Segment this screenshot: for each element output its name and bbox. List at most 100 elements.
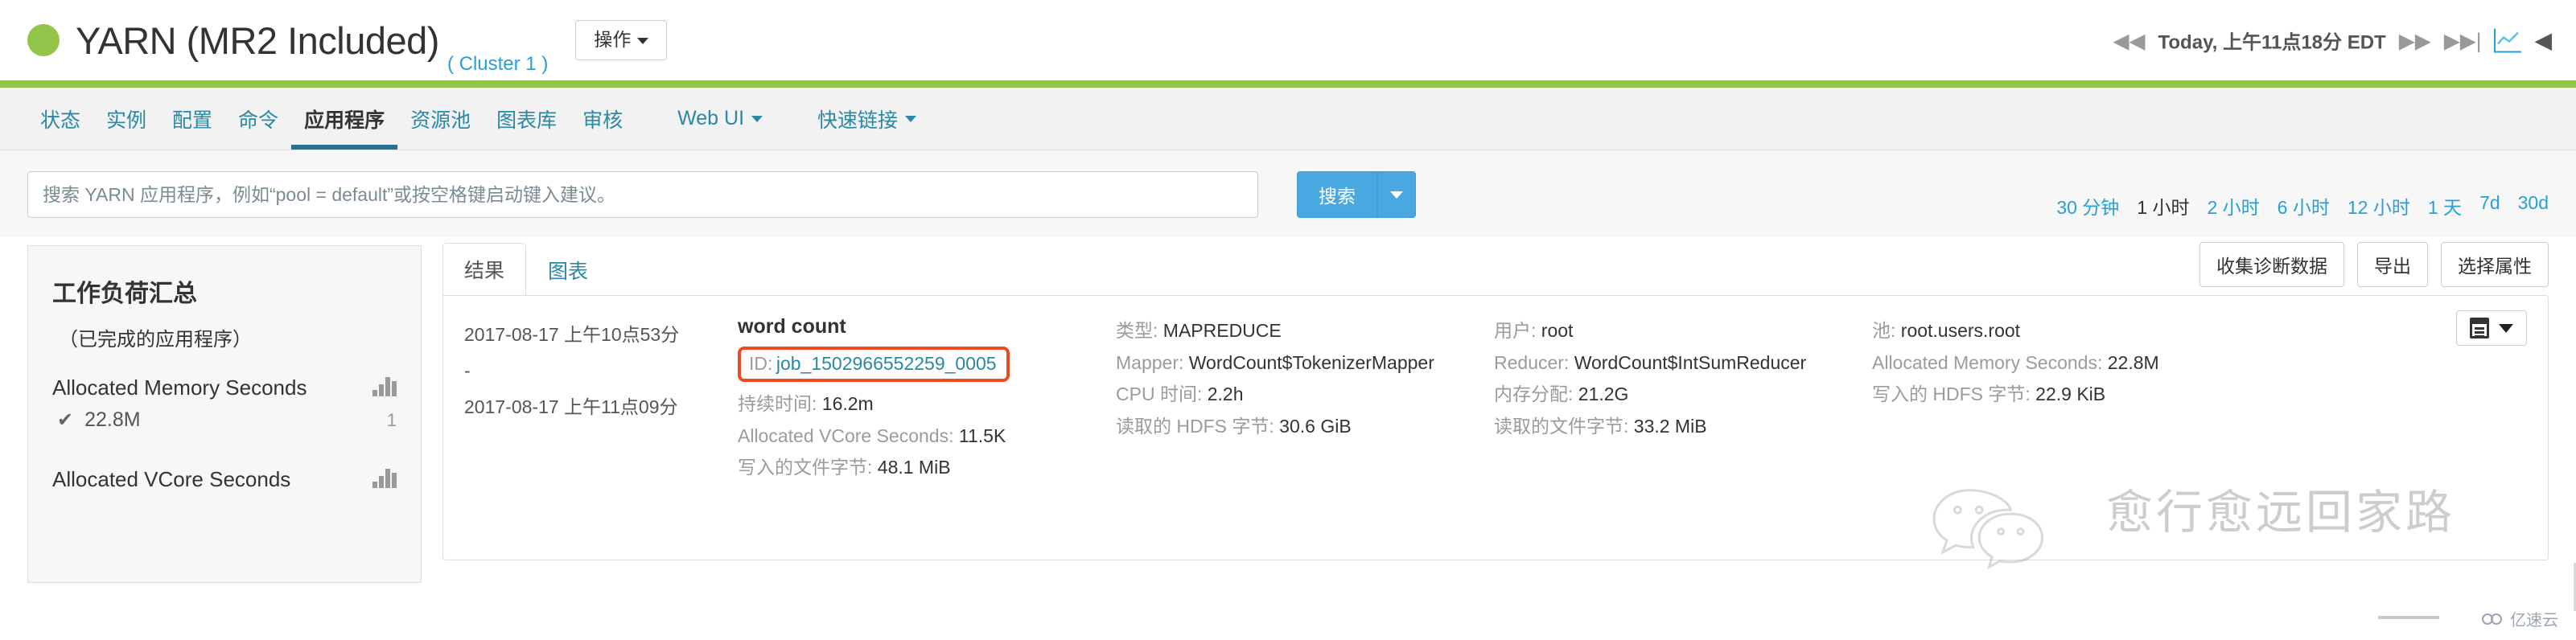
results-panel: 结果 图表 收集诊断数据 导出 选择属性 2017-08-17 上午10点53分… <box>442 242 2549 583</box>
field-value: root <box>1541 320 1574 341</box>
field-value: 21.2G <box>1578 384 1629 405</box>
result-column-4: 池: root.users.root Allocated Memory Seco… <box>1872 315 2250 484</box>
table-row[interactable]: 2017-08-17 上午10点53分 - 2017-08-17 上午11点09… <box>464 310 2527 484</box>
metric-header-allocated-vcore-seconds: Allocated VCore Seconds <box>52 467 397 492</box>
nav-item-commands[interactable]: 命令 <box>225 88 291 150</box>
field-cpu-time: CPU 时间: 2.2h <box>1116 379 1494 411</box>
nav-item-quick-links[interactable]: 快速链接 <box>804 88 929 150</box>
field-duration: 持续时间: 16.2m <box>738 388 1116 421</box>
nav-item-status[interactable]: 状态 <box>27 88 93 150</box>
time-range-6h[interactable]: 6 小时 <box>2278 192 2330 219</box>
application-id-highlight: ID: job_1502966552259_0005 <box>738 347 1010 382</box>
result-start-time: 2017-08-17 上午10点53分 <box>464 324 680 345</box>
field-key: 池: <box>1872 320 1896 341</box>
export-button[interactable]: 导出 <box>2357 242 2428 287</box>
field-value: WordCount$TokenizerMapper <box>1188 351 1434 373</box>
time-range-2h[interactable]: 2 小时 <box>2207 192 2259 219</box>
field-key: CPU 时间: <box>1116 384 1203 405</box>
field-type: 类型: MAPREDUCE <box>1116 315 1494 347</box>
fast-forward-icon[interactable]: ▶▶ <box>2399 30 2431 51</box>
line-chart-icon[interactable] <box>2494 28 2522 52</box>
chevron-down-icon <box>637 38 649 45</box>
application-id-link[interactable]: job_1502966552259_0005 <box>776 353 997 374</box>
field-value: 16.2m <box>821 393 874 414</box>
chevron-down-icon <box>751 115 763 122</box>
nav-item-applications[interactable]: 应用程序 <box>291 88 398 150</box>
result-end-time: 2017-08-17 上午11点09分 <box>464 396 678 417</box>
field-mapper: Mapper: WordCount$TokenizerMapper <box>1116 347 1494 379</box>
field-value: MAPREDUCE <box>1162 320 1282 341</box>
search-input[interactable] <box>27 171 1258 218</box>
select-attributes-button[interactable]: 选择属性 <box>2441 242 2549 287</box>
panel-tabs: 结果 图表 收集诊断数据 导出 选择属性 <box>442 242 2549 296</box>
metric-value-allocated-memory-seconds: ✔ 22.8M 1 <box>52 408 397 432</box>
row-actions-button[interactable] <box>2456 310 2527 346</box>
search-button[interactable]: 搜索 <box>1297 171 1377 218</box>
header-time-controls: ◀◀ Today, 上午11点18分 EDT ▶▶ ▶▶| ◀ <box>2113 27 2552 55</box>
time-range-7d[interactable]: 7d <box>2479 192 2500 219</box>
time-range-1h[interactable]: 1 小时 <box>2137 192 2189 219</box>
green-status-dot <box>27 24 60 56</box>
time-range-selector: 30 分钟 1 小时 2 小时 6 小时 12 小时 1 天 7d 30d <box>2056 192 2549 219</box>
nav-label: 审核 <box>582 109 623 132</box>
field-reducer: Reducer: WordCount$IntSumReducer <box>1494 347 1872 379</box>
action-button[interactable]: 操作 <box>575 20 668 60</box>
rewind-icon[interactable]: ◀◀ <box>2113 30 2146 51</box>
chevron-down-icon <box>905 115 917 122</box>
field-user: 用户: root <box>1494 315 1872 347</box>
nav-item-web-ui[interactable]: Web UI <box>665 88 776 150</box>
nav-item-audits[interactable]: 审核 <box>570 88 636 150</box>
field-key: 持续时间: <box>738 393 817 414</box>
field-value: 30.6 GiB <box>1279 415 1352 437</box>
watermark-divider <box>2378 616 2439 619</box>
nav-item-configuration[interactable]: 配置 <box>159 88 225 150</box>
bar-chart-icon[interactable] <box>372 375 397 396</box>
collapse-left-icon[interactable]: ◀ <box>2534 29 2552 51</box>
metric-count: 1 <box>386 409 397 430</box>
chevron-down-icon <box>1390 191 1403 199</box>
cluster-link[interactable]: ( Cluster 1 ) <box>447 53 548 80</box>
result-column-2: 类型: MAPREDUCE Mapper: WordCount$Tokenize… <box>1116 315 1494 484</box>
field-value: 2.2h <box>1207 384 1244 405</box>
nav-item-resource-pools[interactable]: 资源池 <box>397 88 484 150</box>
chevron-down-icon <box>2499 323 2513 333</box>
accent-bar <box>0 80 2576 88</box>
tab-results[interactable]: 结果 <box>442 243 527 296</box>
result-timerange: 2017-08-17 上午10点53分 - 2017-08-17 上午11点09… <box>464 315 738 484</box>
time-range-30d[interactable]: 30d <box>2518 192 2549 219</box>
result-primary-column: word count ID: job_1502966552259_0005 持续… <box>738 315 1116 484</box>
field-value: 22.9 KiB <box>2035 384 2106 405</box>
time-range-30m[interactable]: 30 分钟 <box>2056 192 2119 219</box>
field-key: 读取的 HDFS 字节: <box>1116 415 1274 437</box>
nav-label: 实例 <box>106 109 147 132</box>
nav-item-instances[interactable]: 实例 <box>93 88 159 150</box>
field-allocated-memory-seconds: Allocated Memory Seconds: 22.8M <box>1872 347 2250 379</box>
field-key: Reducer: <box>1494 351 1570 373</box>
tab-charts[interactable]: 图表 <box>526 244 610 296</box>
current-time-label: Today, 上午11点18分 EDT <box>2158 31 2386 54</box>
field-key: 写入的文件字节: <box>738 457 873 478</box>
nav-label: 命令 <box>238 109 279 132</box>
time-range-12h[interactable]: 12 小时 <box>2348 192 2410 219</box>
time-range-1d[interactable]: 1 天 <box>2428 192 2462 219</box>
nav-item-chart-library[interactable]: 图表库 <box>484 88 570 150</box>
metric-value: 22.8M <box>84 408 141 431</box>
field-hdfs-bytes-read: 读取的 HDFS 字节: 30.6 GiB <box>1116 411 1494 443</box>
corner-watermark-text: 亿速云 <box>2510 612 2558 630</box>
bar-chart-icon[interactable] <box>372 467 397 488</box>
panel-action-buttons: 收集诊断数据 导出 选择属性 <box>2199 242 2549 287</box>
nav-label: 应用程序 <box>304 109 385 132</box>
body-area: 工作负荷汇总 （已完成的应用程序） Allocated Memory Secon… <box>0 237 2576 583</box>
search-options-button[interactable] <box>1377 171 1416 218</box>
collect-diagnostic-data-button[interactable]: 收集诊断数据 <box>2199 242 2344 287</box>
check-icon: ✔ <box>57 409 74 431</box>
field-value: 22.8M <box>2107 351 2159 373</box>
field-hdfs-bytes-written: 写入的 HDFS 字节: 22.9 KiB <box>1872 379 2250 411</box>
skip-to-end-icon[interactable]: ▶▶| <box>2444 30 2482 51</box>
metric-name: Allocated Memory Seconds <box>52 375 307 400</box>
nav-label: 快速链接 <box>817 109 899 132</box>
field-file-bytes-read: 读取的文件字节: 33.2 MiB <box>1494 411 1872 443</box>
field-key: Allocated VCore Seconds: <box>738 425 954 446</box>
nav-label: 配置 <box>172 109 213 132</box>
page-header: YARN (MR2 Included) ( Cluster 1 ) 操作 ◀◀ … <box>0 0 2576 80</box>
